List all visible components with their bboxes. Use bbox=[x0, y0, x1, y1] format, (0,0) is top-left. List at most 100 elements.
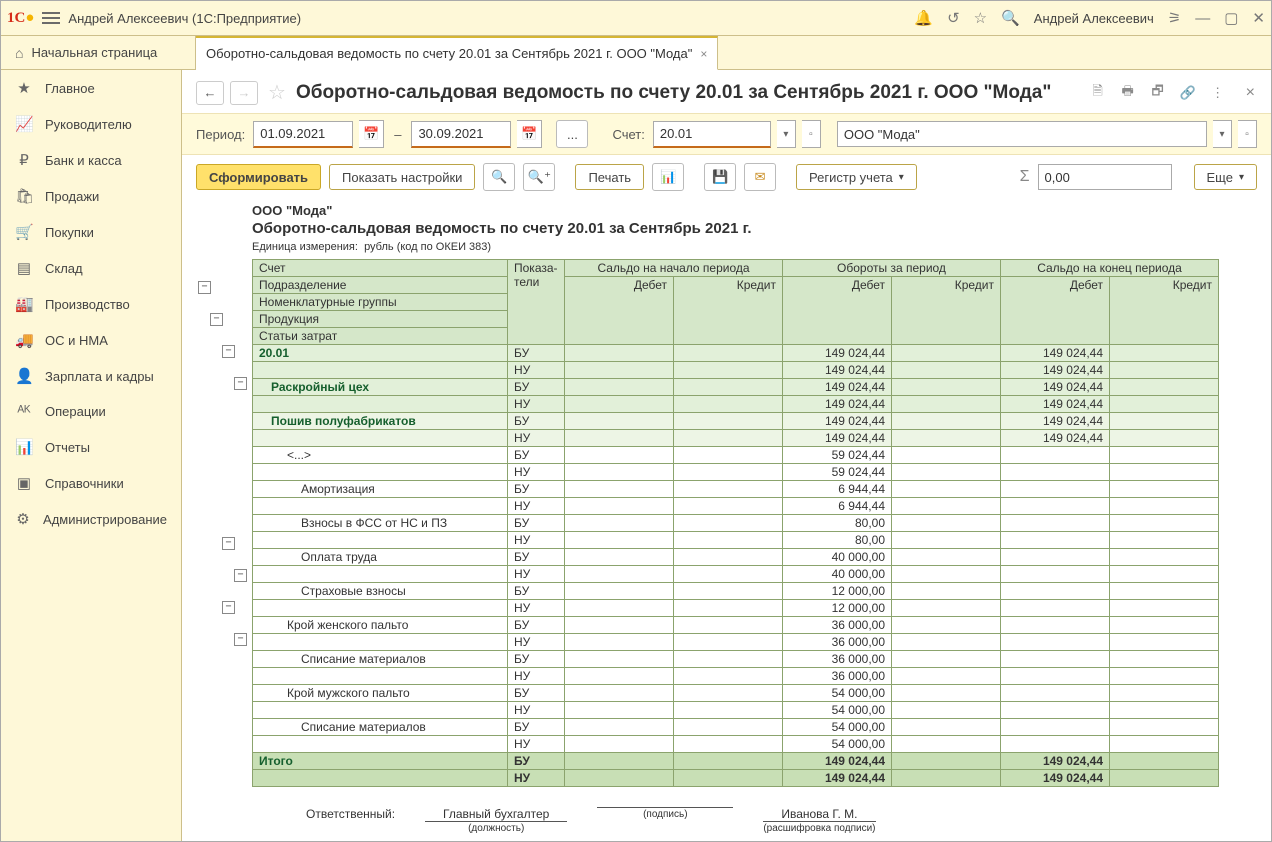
sidebar-item-12[interactable]: ⚙Администрирование bbox=[1, 501, 181, 537]
date-from-calendar-icon[interactable]: 📅 bbox=[359, 120, 384, 148]
sidebar-item-8[interactable]: 👤Зарплата и кадры bbox=[1, 358, 181, 394]
form-button[interactable]: Сформировать bbox=[196, 164, 321, 190]
table-row[interactable]: НУ80,00 bbox=[253, 532, 1219, 549]
date-to-input[interactable]: 30.09.2021 bbox=[411, 121, 511, 148]
minimize-icon[interactable]: — bbox=[1195, 10, 1210, 27]
tree-toggle[interactable]: − bbox=[234, 633, 247, 646]
table-row[interactable]: НУ12 000,00 bbox=[253, 600, 1219, 617]
table-row[interactable]: Взносы в ФСС от НС и ПЗБУ80,00 bbox=[253, 515, 1219, 532]
table-row[interactable]: НУ54 000,00 bbox=[253, 736, 1219, 753]
print-button[interactable]: Печать bbox=[575, 164, 644, 190]
sidebar-item-3[interactable]: 🛍Продажи bbox=[1, 178, 181, 214]
date-from-input[interactable]: 01.09.2021 bbox=[253, 121, 353, 148]
table-row[interactable]: Списание материаловБУ36 000,00 bbox=[253, 651, 1219, 668]
kebab-icon[interactable]: ⋮ bbox=[1208, 83, 1228, 103]
account-open-button[interactable]: ▫ bbox=[802, 120, 821, 148]
table-row[interactable]: Пошив полуфабрикатовБУ149 024,44149 024,… bbox=[253, 413, 1219, 430]
sidebar-item-5[interactable]: ▤Склад bbox=[1, 250, 181, 286]
nav-forward-button[interactable]: → bbox=[230, 81, 258, 105]
org-input[interactable]: ООО "Мода" bbox=[837, 121, 1207, 147]
expand-button[interactable]: 🔍⁺ bbox=[523, 163, 555, 191]
sidebar-label: Справочники bbox=[45, 476, 124, 491]
period-picker-button[interactable]: ... bbox=[556, 120, 588, 148]
table-row[interactable]: Крой мужского пальтоБУ54 000,00 bbox=[253, 685, 1219, 702]
table-row[interactable]: Крой женского пальтоБУ36 000,00 bbox=[253, 617, 1219, 634]
tree-toggle[interactable]: − bbox=[222, 345, 235, 358]
register-button[interactable]: Регистр учета ▾ bbox=[796, 164, 917, 190]
table-row[interactable]: НУ6 944,44 bbox=[253, 498, 1219, 515]
close-window-icon[interactable]: ✕ bbox=[1252, 9, 1265, 27]
table-row[interactable]: НУ36 000,00 bbox=[253, 668, 1219, 685]
table-row[interactable]: Страховые взносыБУ12 000,00 bbox=[253, 583, 1219, 600]
maximize-icon[interactable]: ▢ bbox=[1224, 9, 1238, 27]
title-user: Андрей Алексеевич (1С:Предприятие) bbox=[68, 11, 301, 26]
save-button[interactable]: 💾 bbox=[704, 163, 736, 191]
sidebar-item-2[interactable]: ₽Банк и касса bbox=[1, 142, 181, 178]
title-user-right[interactable]: Андрей Алексеевич bbox=[1034, 11, 1154, 26]
tree-toggle[interactable]: − bbox=[234, 377, 247, 390]
sidebar-item-4[interactable]: 🛒Покупки bbox=[1, 214, 181, 250]
chart-button[interactable]: 📊 bbox=[652, 163, 684, 191]
favorite-star-icon[interactable]: ☆ bbox=[268, 80, 286, 105]
tab-home[interactable]: ⌂ Начальная страница bbox=[1, 36, 196, 69]
sidebar-item-1[interactable]: 📈Руководителю bbox=[1, 106, 181, 142]
table-row[interactable]: НУ149 024,44149 024,44 bbox=[253, 362, 1219, 379]
menu-icon[interactable] bbox=[42, 12, 60, 24]
nav-back-button[interactable]: ← bbox=[196, 81, 224, 105]
table-row[interactable]: АмортизацияБУ6 944,44 bbox=[253, 481, 1219, 498]
save-report-icon[interactable]: 🗎 bbox=[1088, 83, 1108, 103]
table-row[interactable]: Списание материаловБУ54 000,00 bbox=[253, 719, 1219, 736]
star-icon[interactable]: ☆ bbox=[974, 9, 987, 27]
date-to-calendar-icon[interactable]: 📅 bbox=[517, 120, 542, 148]
sidebar-item-0[interactable]: ★Главное bbox=[1, 70, 181, 106]
sidebar-item-6[interactable]: 🏭Производство bbox=[1, 286, 181, 322]
sidebar-item-10[interactable]: 📊Отчеты bbox=[1, 429, 181, 465]
history-icon[interactable]: ↺ bbox=[947, 9, 960, 27]
hdr-credit: Кредит bbox=[674, 277, 783, 345]
table-row[interactable]: 20.01БУ149 024,44149 024,44 bbox=[253, 345, 1219, 362]
show-settings-button[interactable]: Показать настройки bbox=[329, 164, 475, 190]
table-row[interactable]: НУ36 000,00 bbox=[253, 634, 1219, 651]
preview-icon[interactable]: 🗗 bbox=[1148, 83, 1168, 103]
print-icon[interactable]: 🖶 bbox=[1118, 83, 1138, 103]
table-row[interactable]: Раскройный цехБУ149 024,44149 024,44 bbox=[253, 379, 1219, 396]
table-row[interactable]: НУ59 024,44 bbox=[253, 464, 1219, 481]
link-icon[interactable]: 🔗 bbox=[1178, 83, 1198, 103]
table-row[interactable]: Оплата трудаБУ40 000,00 bbox=[253, 549, 1219, 566]
sidebar-icon: ᴬᴷ bbox=[15, 403, 33, 420]
sum-field[interactable]: 0,00 bbox=[1038, 164, 1172, 190]
sidebar-item-11[interactable]: ▣Справочники bbox=[1, 465, 181, 501]
hdr-indicators: Показа- тели bbox=[508, 260, 565, 345]
report-unit: Единица измерения: рубль (код по ОКЕИ 38… bbox=[252, 241, 1255, 253]
tree-toggle[interactable]: − bbox=[222, 537, 235, 550]
table-row[interactable]: НУ149 024,44149 024,44 bbox=[253, 396, 1219, 413]
sidebar-label: Главное bbox=[45, 81, 95, 96]
tree-toggle[interactable]: − bbox=[210, 313, 223, 326]
table-row[interactable]: НУ149 024,44149 024,44 bbox=[253, 430, 1219, 447]
report-area: − − − − − − − − ООО "Мода" Оборотно-саль… bbox=[182, 199, 1271, 841]
find-button[interactable]: 🔍 bbox=[483, 163, 515, 191]
more-button[interactable]: Еще ▾ bbox=[1194, 164, 1257, 190]
table-row[interactable]: НУ149 024,44149 024,44 bbox=[253, 770, 1219, 787]
tab-current-label: Оборотно-сальдовая ведомость по счету 20… bbox=[206, 46, 692, 61]
sidebar-item-9[interactable]: ᴬᴷОперации bbox=[1, 394, 181, 429]
table-row[interactable]: НУ40 000,00 bbox=[253, 566, 1219, 583]
table-row[interactable]: ИтогоБУ149 024,44149 024,44 bbox=[253, 753, 1219, 770]
email-button[interactable]: ✉ bbox=[744, 163, 776, 191]
sidebar-item-7[interactable]: 🚚ОС и НМА bbox=[1, 322, 181, 358]
table-row[interactable]: <...>БУ59 024,44 bbox=[253, 447, 1219, 464]
org-dropdown-button[interactable]: ▾ bbox=[1213, 120, 1232, 148]
close-page-icon[interactable]: × bbox=[1246, 84, 1255, 102]
tab-current[interactable]: Оборотно-сальдовая ведомость по счету 20… bbox=[196, 36, 718, 70]
bell-icon[interactable]: 🔔 bbox=[914, 9, 933, 27]
filter-icon[interactable]: ⚞ bbox=[1168, 9, 1181, 27]
tab-close-icon[interactable]: × bbox=[700, 47, 707, 61]
table-row[interactable]: НУ54 000,00 bbox=[253, 702, 1219, 719]
tree-toggle[interactable]: − bbox=[234, 569, 247, 582]
account-dropdown-button[interactable]: ▾ bbox=[777, 120, 796, 148]
account-input[interactable]: 20.01 bbox=[653, 121, 771, 148]
org-open-button[interactable]: ▫ bbox=[1238, 120, 1257, 148]
tree-toggle[interactable]: − bbox=[198, 281, 211, 294]
search-icon[interactable]: 🔍 bbox=[1001, 9, 1020, 27]
tree-toggle[interactable]: − bbox=[222, 601, 235, 614]
